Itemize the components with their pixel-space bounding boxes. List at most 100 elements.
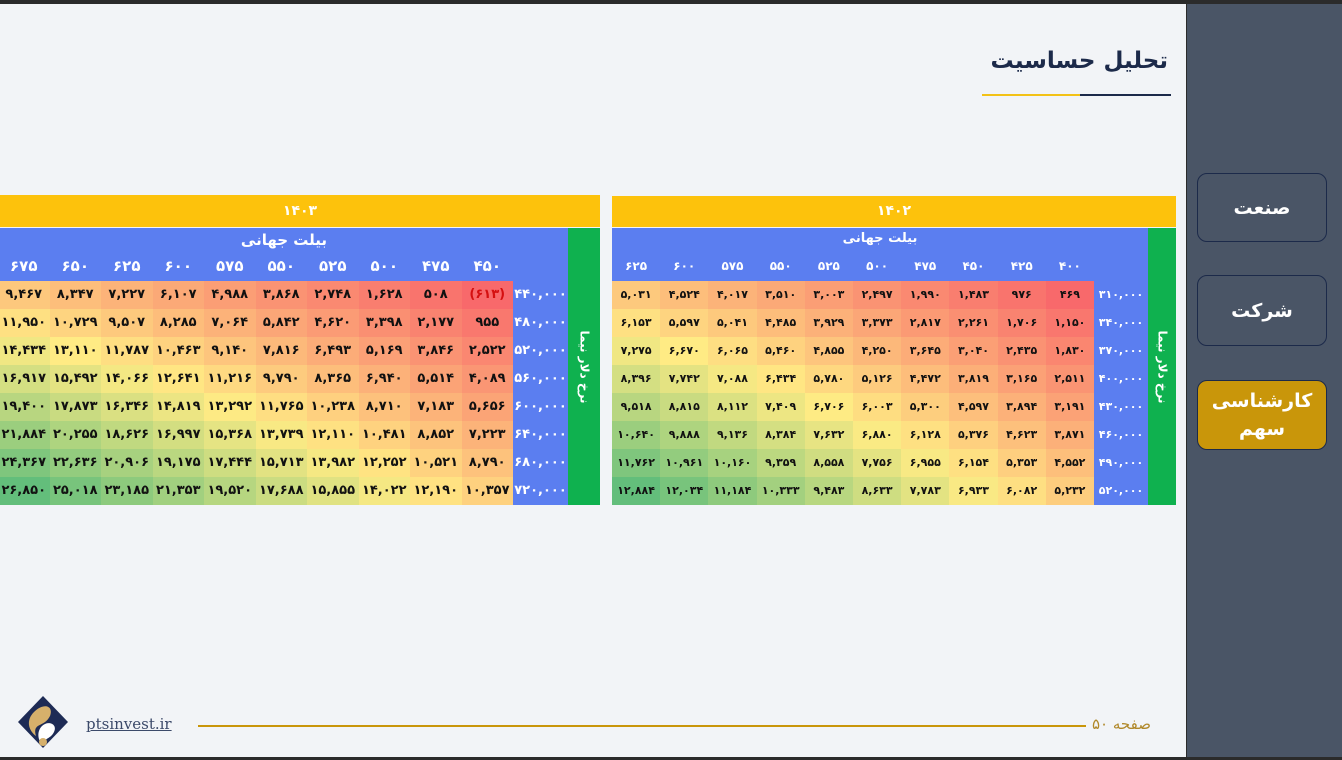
company-logo-icon: [18, 696, 68, 748]
table-cell: ۱۰,۱۶۰: [708, 449, 757, 477]
row-label: ۶۸۰,۰۰۰: [513, 449, 568, 477]
table-cell: ۴,۵۵۲: [1045, 449, 1094, 477]
row-label: ۳۷۰,۰۰۰: [1094, 337, 1148, 365]
table-year-header: ۱۴۰۳: [0, 195, 600, 227]
table-cell: ۱۱,۷۶۵: [255, 393, 307, 421]
nav-item-label: کارشناسی سهم: [1211, 390, 1313, 440]
table-cell: ۱,۱۵۰: [1045, 309, 1094, 337]
table-cell: ۴,۶۲۰: [307, 309, 359, 337]
table-cell: ۲,۲۶۱: [949, 309, 998, 337]
table-cell: ۵,۳۰۰: [901, 393, 950, 421]
table-cell: ۴,۰۱۷: [708, 281, 757, 309]
table-cell: ۶,۴۹۳: [307, 337, 359, 365]
table-cell: ۸,۵۵۸: [804, 449, 853, 477]
page-title: تحلیل حساسیت: [990, 48, 1169, 74]
row-label: ۷۲۰,۰۰۰: [513, 477, 568, 505]
row-label: ۴۴۰,۰۰۰: [513, 281, 568, 309]
table-cell: ۲۴,۳۶۷: [0, 449, 50, 477]
table-cell: ۵,۷۸۰: [804, 365, 853, 393]
table-cell: ۸,۱۱۲: [708, 393, 757, 421]
row-group-title-text: نرخ دلار نیما: [1155, 330, 1169, 403]
row-group-title: نرخ دلار نیما: [1148, 228, 1176, 505]
website-link[interactable]: ptsinvest.ir: [86, 715, 172, 733]
table-cell: ۶,۷۰۶: [804, 393, 853, 421]
table-cell: ۵,۸۴۲: [255, 309, 307, 337]
table-cell: ۵۰۸: [410, 281, 462, 309]
table-cell: ۲,۱۷۷: [410, 309, 462, 337]
column-group-title: بیلت جهانی: [240, 231, 328, 249]
table-cell: ۸,۳۹۶: [612, 365, 661, 393]
table-cell: ۱۳,۱۱۰: [49, 337, 101, 365]
table-cell: ۱,۹۹۰: [901, 281, 950, 309]
table-cell: ۱۱,۷۶۲: [612, 449, 661, 477]
table-cell: ۴,۲۵۰: [853, 337, 902, 365]
page-number: صفحه ۵۰: [1092, 715, 1151, 733]
column-header: ۶۰۰: [673, 259, 696, 273]
table-cell: ۲۱,۸۸۴: [0, 421, 50, 449]
table-cell: ۳,۸۴۶: [410, 337, 462, 365]
table-cell: ۲۰,۹۰۶: [101, 449, 153, 477]
table-cell: ۱۳,۲۹۲: [204, 393, 256, 421]
row-label: ۳۴۰,۰۰۰: [1094, 309, 1148, 337]
table-cell: ۱,۸۳۰: [1045, 337, 1094, 365]
table-cell: ۹,۷۹۰: [255, 365, 307, 393]
table-cell: ۵,۰۴۱: [708, 309, 757, 337]
table-cell: ۶,۰۰۳: [853, 393, 902, 421]
table-cell: ۱۲,۱۹۰: [410, 477, 462, 505]
table-year-header: ۱۴۰۲: [612, 196, 1176, 227]
column-header: ۴۰۰: [1058, 259, 1081, 273]
table-cell: ۳,۹۲۹: [804, 309, 853, 337]
table-cell: ۵,۳۷۶: [949, 421, 998, 449]
table-cell: ۶,۸۸۰: [853, 421, 902, 449]
table-cell: ۷,۷۸۳: [901, 477, 950, 505]
table-cell: ۱۰,۲۳۸: [307, 393, 359, 421]
table-cell: ۵,۲۳۲: [1045, 477, 1094, 505]
sidebar: صنعت شرکت کارشناسی سهم: [1187, 4, 1342, 757]
table-cell: ۱۴,۰۲۲: [358, 477, 410, 505]
slide-page: تحلیل حساسیت ۱۴۰۲ بیلت جهانی نرخ دلار نیما…: [0, 4, 1186, 757]
table-cell: ۶,۰۶۵: [708, 337, 757, 365]
table-cell: ۱۵,۷۱۳: [255, 449, 307, 477]
column-header: ۵۲۵: [817, 259, 840, 273]
table-cell: ۸,۳۶۵: [307, 365, 359, 393]
table-cell: ۷,۲۲۳: [461, 421, 513, 449]
column-header: ۴۲۵: [1010, 259, 1033, 273]
table-cell: ۹,۳۵۹: [756, 449, 805, 477]
table-cell: ۲,۸۱۷: [901, 309, 950, 337]
table-cell: ۲۰,۲۵۵: [49, 421, 101, 449]
table-cell: ۴,۸۵۵: [804, 337, 853, 365]
table-cell: ۴,۵۹۷: [949, 393, 998, 421]
table-cell: ۶,۶۷۰: [660, 337, 709, 365]
table-cell: ۵,۳۵۳: [997, 449, 1046, 477]
column-header: ۵۲۵: [319, 257, 347, 275]
nav-item-stock-valuation[interactable]: کارشناسی سهم: [1197, 380, 1327, 450]
column-header: ۵۵۰: [267, 257, 295, 275]
table-cell: ۱۳,۷۳۹: [255, 421, 307, 449]
table-cell: ۱۹,۵۲۰: [204, 477, 256, 505]
table-cell: ۵,۱۲۶: [853, 365, 902, 393]
row-label: ۶۴۰,۰۰۰: [513, 421, 568, 449]
nav-item-industry[interactable]: صنعت: [1197, 173, 1327, 242]
table-cell: ۱۴,۸۱۹: [152, 393, 204, 421]
table-cell: ۸,۳۸۴: [756, 421, 805, 449]
table-cell: ۳,۸۱۹: [949, 365, 998, 393]
table-cell: ۵,۶۵۶: [461, 393, 513, 421]
table-cell: ۳,۰۰۳: [804, 281, 853, 309]
column-header: ۵۵۰: [769, 259, 792, 273]
table-cell: ۶,۱۵۳: [612, 309, 661, 337]
nav-item-company[interactable]: شرکت: [1197, 275, 1327, 346]
table-cell: ۱۰,۳۵۷: [461, 477, 513, 505]
table-cell: ۲,۷۴۸: [307, 281, 359, 309]
column-header: ۶۵۰: [61, 257, 89, 275]
table-cell: ۹,۵۰۷: [101, 309, 153, 337]
column-header: ۵۷۵: [721, 259, 744, 273]
column-header: ۵۷۵: [216, 257, 244, 275]
table-cell: ۱۰,۵۲۱: [410, 449, 462, 477]
table-cell: ۶,۱۲۸: [901, 421, 950, 449]
table-cell: ۲۶,۸۵۰: [0, 477, 50, 505]
table-cell: ۶,۹۴۰: [358, 365, 410, 393]
table-cell: ۱۲,۸۸۴: [612, 477, 661, 505]
row-label: ۳۱۰,۰۰۰: [1094, 281, 1148, 309]
table-cell: ۱۲,۱۱۰: [307, 421, 359, 449]
table-cell: ۱۶,۳۴۶: [101, 393, 153, 421]
